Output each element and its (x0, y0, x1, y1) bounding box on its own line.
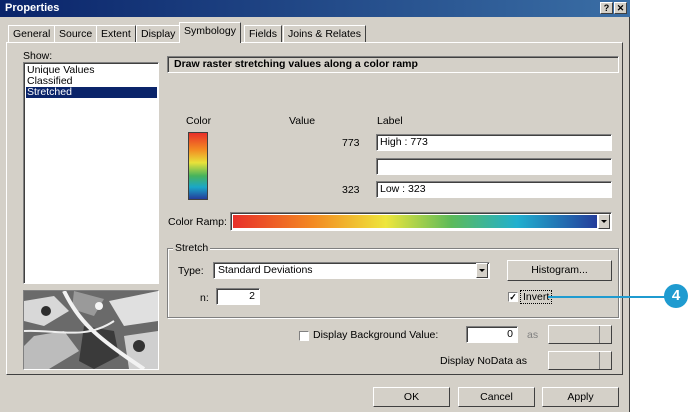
color-ramp-preview (233, 215, 597, 228)
help-button[interactable]: ? (600, 2, 613, 14)
display-background-label: Display Background Value: (313, 329, 439, 341)
properties-dialog: Properties ? ✕ General Source Extent Dis… (0, 0, 630, 412)
as-label: as (527, 329, 539, 341)
display-background-checkbox[interactable] (299, 331, 309, 341)
stretch-group-label: Stretch (173, 242, 211, 254)
ok-button[interactable]: OK (373, 387, 450, 407)
color-ramp-dropdown[interactable] (230, 212, 612, 231)
callout-line (548, 296, 666, 298)
panel-header: Draw raster stretching values along a co… (167, 56, 619, 73)
stretch-groupbox (167, 248, 619, 318)
color-column-header: Color (186, 115, 212, 127)
color-swatch[interactable] (188, 132, 208, 200)
stretch-type-dropdown-arrow[interactable] (476, 263, 488, 278)
tab-joins-relates[interactable]: Joins & Relates (283, 25, 366, 42)
low-value: 323 (342, 184, 360, 196)
title-bar[interactable]: Properties ? ✕ (0, 0, 630, 17)
high-value: 773 (342, 137, 360, 149)
chevron-down-icon (599, 352, 611, 369)
n-input[interactable]: 2 (216, 288, 260, 305)
show-listbox[interactable]: Unique Values Classified Stretched (23, 62, 159, 284)
background-color-picker[interactable] (548, 325, 612, 344)
close-button[interactable]: ✕ (614, 2, 627, 14)
low-label-input[interactable]: Low : 323 (376, 181, 612, 198)
nodata-color-picker[interactable] (548, 351, 612, 370)
middle-label-input[interactable] (376, 158, 612, 175)
label-column-header: Label (377, 115, 403, 127)
tab-general[interactable]: General (8, 25, 56, 42)
color-ramp-dropdown-arrow[interactable] (598, 214, 610, 229)
type-label: Type: (178, 265, 204, 277)
cancel-button[interactable]: Cancel (458, 387, 535, 407)
value-column-header: Value (289, 115, 316, 127)
chevron-down-icon (479, 269, 485, 272)
tab-source[interactable]: Source (54, 25, 98, 42)
window-title: Properties (5, 2, 60, 14)
tab-extent[interactable]: Extent (96, 25, 136, 42)
histogram-button[interactable]: Histogram... (507, 260, 612, 281)
background-value-input[interactable]: 0 (466, 326, 518, 343)
raster-preview-image (23, 290, 159, 370)
n-label: n: (200, 292, 209, 304)
tab-symbology[interactable]: Symbology (179, 22, 241, 43)
nodata-label: Display NoData as (440, 355, 527, 367)
show-label: Show: (23, 50, 53, 62)
chevron-down-icon (601, 220, 607, 223)
chevron-down-icon (599, 326, 611, 343)
invert-checkbox[interactable]: ✓ (508, 292, 518, 302)
stretch-type-dropdown[interactable]: Standard Deviations (213, 262, 490, 279)
color-ramp-label: Color Ramp: (168, 216, 227, 228)
high-label-input[interactable]: High : 773 (376, 134, 612, 151)
tab-display[interactable]: Display (136, 25, 181, 42)
apply-button[interactable]: Apply (542, 387, 619, 407)
list-item-stretched[interactable]: Stretched (26, 87, 157, 98)
callout-badge: 4 (664, 284, 688, 308)
tab-fields[interactable]: Fields (244, 25, 283, 42)
